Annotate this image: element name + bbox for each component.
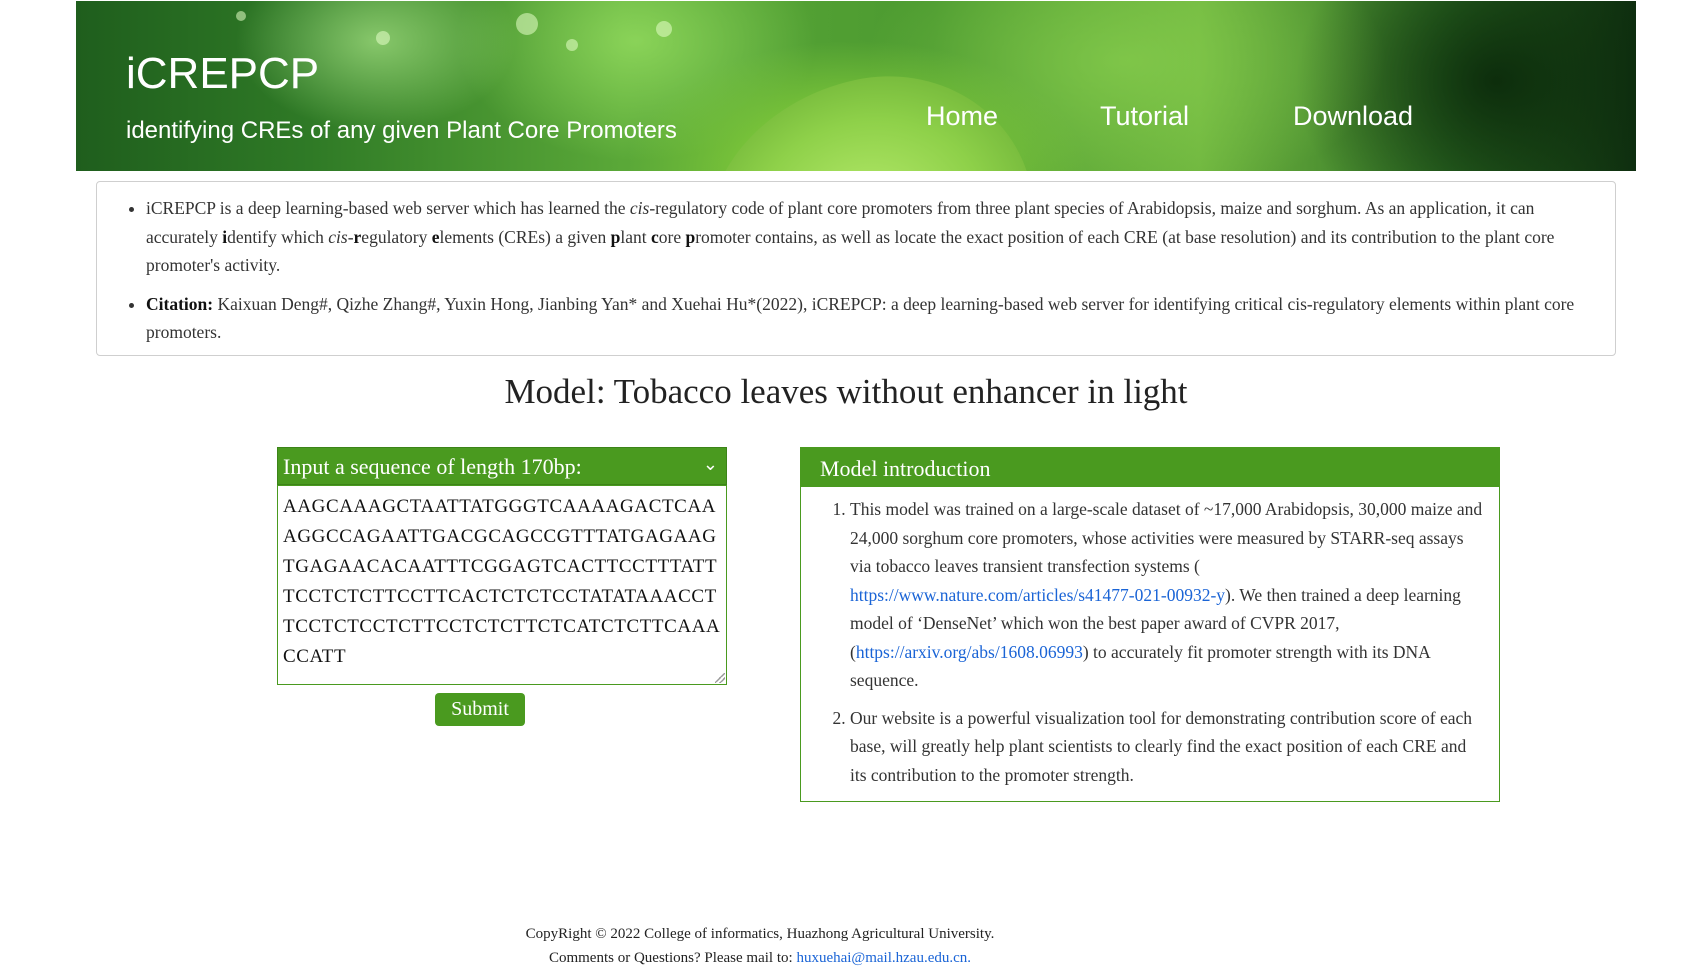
footer: CopyRight © 2022 College of informatics,… <box>0 922 1520 970</box>
intro-description: iCREPCP is a deep learning-based web ser… <box>146 194 1591 280</box>
citation: Citation: Kaixuan Deng#, Qizhe Zhang#, Y… <box>146 290 1591 347</box>
citation-text: Kaixuan Deng#, Qizhe Zhang#, Yuxin Hong,… <box>146 293 1575 343</box>
model-intro-list: This model was trained on a large-scale … <box>801 487 1499 789</box>
site-title: iCREPCP <box>126 49 320 98</box>
model-intro-item: This model was trained on a large-scale … <box>850 495 1487 695</box>
dew-drop-decoration <box>236 11 246 21</box>
submit-button[interactable]: Submit <box>435 693 525 726</box>
nav-download-link[interactable]: Download <box>1293 101 1413 132</box>
intro-list: iCREPCP is a deep learning-based web ser… <box>97 182 1615 347</box>
chevron-down-icon: ⌄ <box>702 454 718 475</box>
nature-article-link[interactable]: https://www.nature.com/articles/s41477-0… <box>850 585 1225 605</box>
model-intro-heading: Model introduction <box>801 448 1499 487</box>
sequence-input[interactable]: AAGCAAAGCTAATTATGGGTCAAAAGACTCAAAGGCCAGA… <box>277 485 727 685</box>
select-label: Input a sequence of length 170bp: <box>283 454 582 479</box>
arxiv-link[interactable]: https://arxiv.org/abs/1608.06993 <box>856 642 1083 662</box>
sequence-length-select[interactable]: Input a sequence of length 170bp: ⌄ <box>277 447 727 485</box>
contact-email-link[interactable]: huxuehai@mail.hzau.edu.cn. <box>796 950 971 966</box>
resize-handle-icon[interactable] <box>715 673 725 683</box>
copyright-text: CopyRight © 2022 College of informatics,… <box>525 926 995 942</box>
model-intro-panel: Model introduction This model was traine… <box>800 447 1500 802</box>
dew-drop-decoration <box>376 31 390 45</box>
model-title: Model: Tobacco leaves without enhancer i… <box>504 372 1188 411</box>
intro-panel: iCREPCP is a deep learning-based web ser… <box>96 181 1616 356</box>
site-subtitle: identifying CREs of any given Plant Core… <box>126 117 677 144</box>
contact-line: Comments or Questions? Please mail to: h… <box>548 950 972 966</box>
dew-drop-decoration <box>566 39 578 51</box>
dew-drop-decoration <box>656 21 672 37</box>
nav-tutorial-link[interactable]: Tutorial <box>1100 101 1189 132</box>
nav-home-link[interactable]: Home <box>926 101 998 132</box>
dew-drop-decoration <box>516 13 538 35</box>
header-banner: iCREPCP identifying CREs of any given Pl… <box>76 1 1636 171</box>
citation-label: Citation: <box>146 293 214 314</box>
model-intro-item: Our website is a powerful visualization … <box>850 704 1487 790</box>
